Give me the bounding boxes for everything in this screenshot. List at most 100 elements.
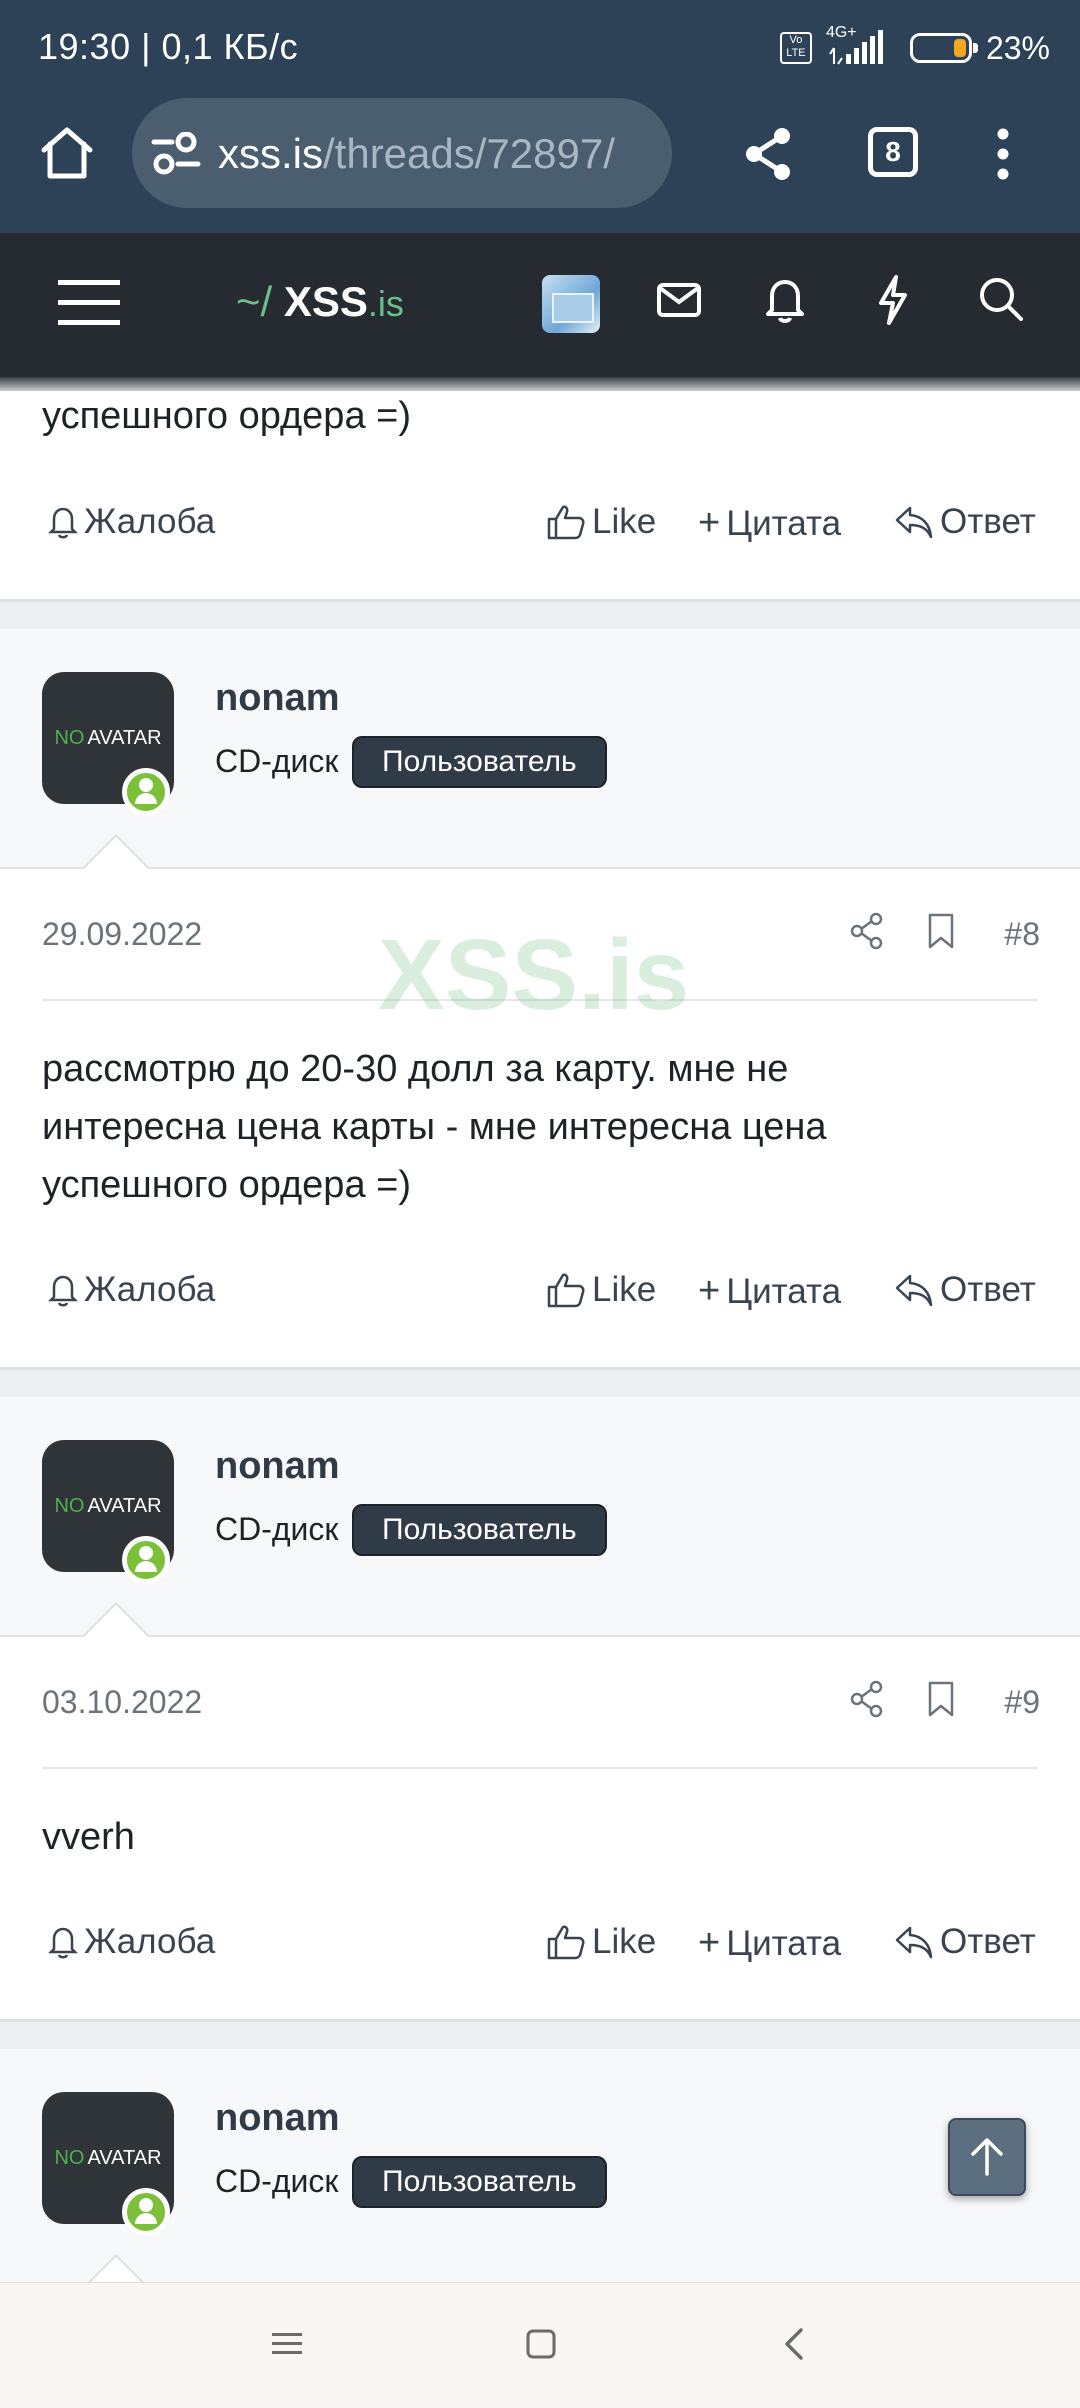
status-icons: Vo LTE 4G+ 23% [779, 24, 1050, 68]
user-title: CD-диск [215, 743, 339, 779]
post-separator [0, 599, 1080, 629]
divider [42, 1767, 1038, 1769]
logo-prefix: ~/ [236, 278, 284, 325]
tab-switcher-icon[interactable]: 8 [868, 127, 918, 177]
user-badge: Пользователь [352, 2156, 607, 2208]
hamburger-menu-icon[interactable] [58, 278, 120, 328]
avatar-no: NO [54, 1494, 85, 1517]
avatar-no: NO [54, 726, 85, 749]
battery-level: 23% [985, 29, 1050, 66]
user-avatar[interactable] [542, 275, 600, 333]
share-icon[interactable] [850, 912, 884, 950]
plus-icon: + [698, 1922, 721, 1964]
quote-label: Цитата [726, 1271, 842, 1311]
quote-button[interactable]: + Цитата [698, 1270, 841, 1313]
back-icon[interactable] [782, 2327, 806, 2361]
thumbs-up-icon [547, 505, 585, 540]
username[interactable]: nonam [215, 677, 340, 720]
status-time: 19:30 | 0,1 КБ/с [38, 26, 299, 67]
reply-button[interactable]: Ответ [894, 502, 1036, 542]
post-date[interactable]: 03.10.2022 [42, 1684, 202, 1721]
online-status-icon [122, 2188, 170, 2236]
post-actions: Жалоба Like + Цитата Ответ [0, 494, 1080, 554]
share-icon[interactable] [850, 1680, 884, 1718]
home-icon[interactable] [38, 124, 96, 182]
url-text[interactable]: xss.is/threads/72897/ [218, 130, 668, 178]
avatar-text: AVATAR [87, 1494, 162, 1517]
post-pointer [82, 1602, 150, 1637]
system-navigation-bar [0, 2282, 1080, 2408]
reply-button[interactable]: Ответ [894, 1270, 1036, 1310]
watermark: XSS.is [378, 919, 690, 1031]
bookmark-icon[interactable] [926, 1680, 956, 1718]
post-number[interactable]: #9 [1004, 1684, 1040, 1721]
user-badge: Пользователь [352, 1504, 607, 1556]
reply-icon [895, 1926, 933, 1959]
recent-apps-icon[interactable] [272, 2329, 302, 2359]
lightning-icon[interactable] [876, 274, 910, 326]
quote-label: Цитата [726, 1923, 842, 1963]
post-text-line: успешного ордера =) [42, 1164, 411, 1206]
volte-icon: Vo LTE [779, 32, 812, 64]
like-label: Like [592, 1922, 657, 1961]
logo-name: XSS [283, 278, 368, 325]
bell-icon [48, 507, 78, 539]
site-logo[interactable]: ~/ XSS.is [236, 278, 404, 326]
post-actions: Жалоба Like + Цитата Ответ [0, 1262, 1080, 1322]
mail-icon[interactable] [656, 280, 702, 320]
post-separator [0, 2019, 1080, 2049]
bell-icon [48, 1927, 78, 1959]
arrow-up-icon [971, 2138, 1003, 2176]
signal-icon: 4G+ [826, 24, 886, 66]
post-number[interactable]: #8 [1004, 916, 1040, 953]
share-icon[interactable] [744, 126, 794, 182]
status-bar: 19:30 | 0,1 КБ/с Vo LTE 4G+ 23% [0, 0, 1080, 100]
home-button-icon[interactable] [526, 2329, 556, 2359]
site-settings-icon[interactable] [150, 132, 204, 176]
like-label: Like [592, 1270, 657, 1309]
reply-icon [895, 1274, 933, 1307]
bell-icon[interactable] [764, 276, 806, 324]
battery-icon [909, 33, 978, 63]
overflow-menu-icon[interactable] [988, 126, 1018, 182]
quote-button[interactable]: + Цитата [698, 502, 841, 545]
tab-count: 8 [885, 136, 901, 167]
report-label: Жалоба [84, 502, 216, 541]
report-label: Жалоба [84, 1270, 216, 1309]
quote-label: Цитата [726, 503, 842, 543]
post-date[interactable]: 29.09.2022 [42, 916, 202, 953]
quote-button[interactable]: + Цитата [698, 1922, 841, 1965]
report-button[interactable]: Жалоба [48, 502, 215, 542]
search-icon[interactable] [978, 276, 1024, 322]
username[interactable]: nonam [215, 1445, 340, 1488]
user-badge: Пользователь [352, 736, 607, 788]
post-text-line: рассмотрю до 20-30 долл за карту. мне не [42, 1048, 789, 1090]
avatar-text: AVATAR [87, 726, 162, 749]
site-header [0, 233, 1080, 377]
plus-icon: + [698, 502, 721, 544]
report-button[interactable]: Жалоба [48, 1270, 215, 1310]
like-button[interactable]: Like [546, 502, 656, 542]
url-host: xss.is [218, 130, 323, 177]
username[interactable]: nonam [215, 2097, 340, 2140]
reply-icon [895, 506, 933, 539]
reply-button[interactable]: Ответ [894, 1922, 1036, 1962]
report-label: Жалоба [84, 1922, 216, 1961]
url-path: /threads/72897/ [323, 130, 615, 177]
logo-tld: .is [367, 283, 404, 324]
bookmark-icon[interactable] [926, 912, 956, 950]
scroll-to-top-button[interactable] [948, 2118, 1026, 2196]
report-button[interactable]: Жалоба [48, 1922, 215, 1962]
reply-label: Ответ [940, 502, 1036, 541]
like-button[interactable]: Like [546, 1922, 656, 1962]
post-separator [0, 1367, 1080, 1397]
reply-label: Ответ [940, 1270, 1036, 1309]
user-title: CD-диск [215, 2163, 339, 2199]
post-text-line: vverh [42, 1816, 135, 1858]
post-actions: Жалоба Like + Цитата Ответ [0, 1914, 1080, 1974]
like-label: Like [592, 502, 657, 541]
post-text-line: интересна цена карты - мне интересна цен… [42, 1106, 827, 1148]
post-pointer [82, 834, 150, 869]
plus-icon: + [698, 1270, 721, 1312]
like-button[interactable]: Like [546, 1270, 656, 1310]
